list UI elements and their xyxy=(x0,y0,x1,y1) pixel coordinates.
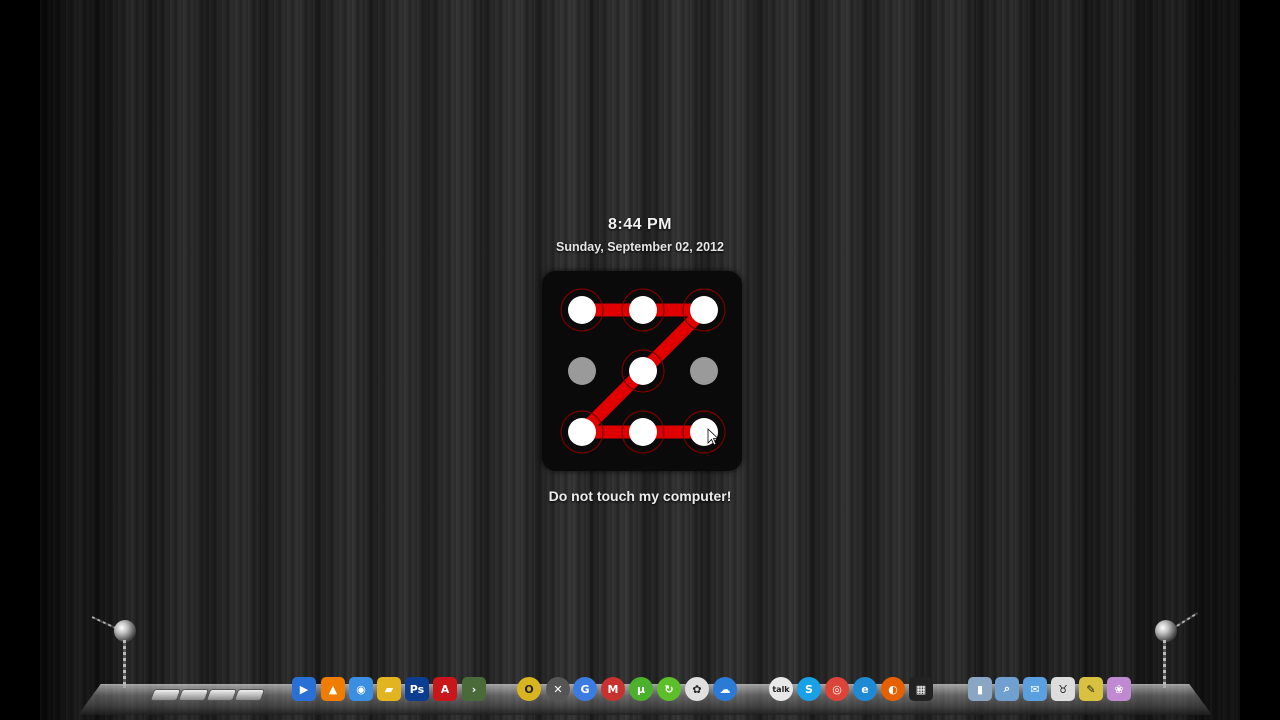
drive-icon[interactable] xyxy=(205,689,238,701)
dock-knob-left xyxy=(114,620,136,642)
cloud-icon[interactable]: ☁ xyxy=(713,677,737,701)
terminal-icon[interactable]: › xyxy=(462,677,486,701)
compass-icon[interactable]: ✕ xyxy=(546,677,570,701)
utorrent-icon[interactable]: µ xyxy=(629,677,653,701)
lock-clock: 8:44 PM xyxy=(608,216,672,233)
gmail-icon[interactable]: M xyxy=(601,677,625,701)
photoshop-icon[interactable]: Ps xyxy=(405,677,429,701)
grid-app-icon[interactable]: ▦ xyxy=(909,677,933,701)
media-player-icon[interactable]: ▶ xyxy=(292,677,316,701)
mail-icon[interactable]: ✉ xyxy=(1023,677,1047,701)
finder-icon[interactable]: ⌕ xyxy=(995,677,1019,701)
lock-message: Do not touch my computer! xyxy=(548,488,732,504)
dock-chain-right xyxy=(1163,640,1166,688)
drive-icon[interactable] xyxy=(177,689,210,701)
flowers-icon[interactable]: ❀ xyxy=(1107,677,1131,701)
pattern-lock-pad[interactable] xyxy=(542,271,742,471)
gtalk-icon[interactable]: talk xyxy=(769,677,793,701)
dock-chain-left xyxy=(123,640,126,688)
pattern-dot-5[interactable] xyxy=(629,357,657,385)
pattern-dot-3[interactable] xyxy=(690,296,718,324)
cow-icon[interactable]: ♉ xyxy=(1051,677,1075,701)
screen-border-left xyxy=(0,0,40,720)
folder-icon[interactable]: ▰ xyxy=(377,677,401,701)
firefox-icon[interactable]: ◐ xyxy=(881,677,905,701)
pattern-dot-4[interactable] xyxy=(568,357,596,385)
acrobat-icon[interactable]: A xyxy=(433,677,457,701)
skype-icon[interactable]: S xyxy=(797,677,821,701)
lock-date: Sunday, September 02, 2012 xyxy=(556,240,724,254)
pattern-grid[interactable] xyxy=(542,271,742,471)
pattern-dot-7[interactable] xyxy=(568,418,596,446)
pattern-dot-8[interactable] xyxy=(629,418,657,446)
ie-icon[interactable]: e xyxy=(853,677,877,701)
drive-icon[interactable] xyxy=(149,689,182,701)
vlc-icon[interactable]: ▲ xyxy=(321,677,345,701)
pattern-dot-1[interactable] xyxy=(568,296,596,324)
dock-knob-right xyxy=(1155,620,1177,642)
chrome-icon[interactable]: ◎ xyxy=(825,677,849,701)
picasa-icon[interactable]: ✿ xyxy=(685,677,709,701)
tools-icon[interactable]: ✎ xyxy=(1079,677,1103,701)
pattern-dot-2[interactable] xyxy=(629,296,657,324)
google-icon[interactable]: G xyxy=(573,677,597,701)
drive-icon[interactable] xyxy=(233,689,266,701)
trash-icon[interactable]: ▮ xyxy=(968,677,992,701)
screen-border-right xyxy=(1240,0,1280,720)
itunes-icon[interactable]: ◉ xyxy=(349,677,373,701)
pattern-dot-6[interactable] xyxy=(690,357,718,385)
refresh-icon[interactable]: ↻ xyxy=(657,677,681,701)
opera-icon[interactable]: O xyxy=(517,677,541,701)
